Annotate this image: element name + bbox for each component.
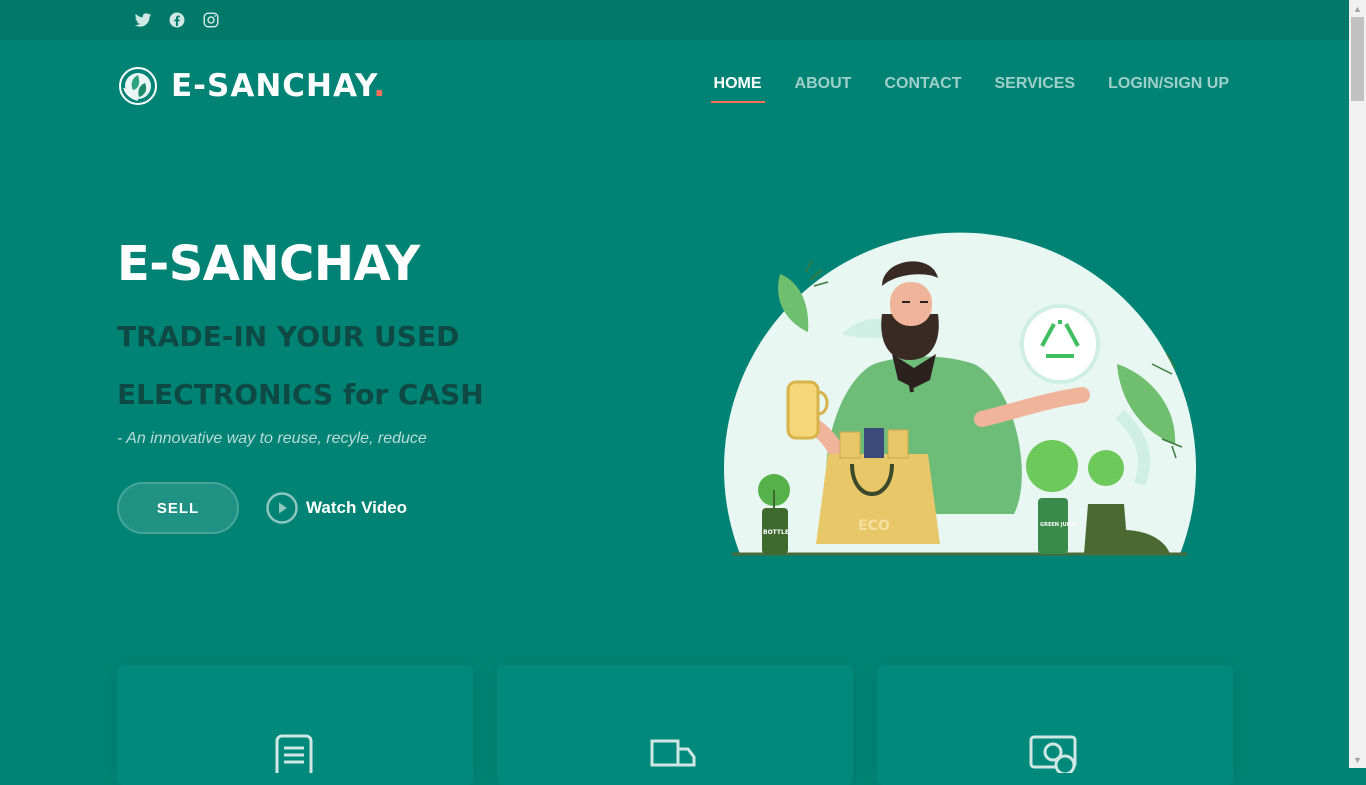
brand-name: E-SANCHAY. xyxy=(171,68,386,104)
feature-card-2 xyxy=(497,665,853,785)
hero-title: E-SANCHAY xyxy=(117,236,420,292)
document-icon xyxy=(271,733,319,780)
logo[interactable]: E-SANCHAY. xyxy=(118,66,386,106)
watch-video-label: Watch Video xyxy=(306,498,408,517)
nav-about[interactable]: ABOUT xyxy=(795,75,852,103)
feature-card-1 xyxy=(117,665,473,785)
leaf-globe-icon xyxy=(118,66,158,106)
hero-tagline: - An innovative way to reuse, recyle, re… xyxy=(117,430,427,447)
social-links xyxy=(134,11,220,29)
cash-icon xyxy=(1029,733,1077,776)
watch-video-button[interactable]: Watch Video xyxy=(266,492,407,524)
nav-login-signup[interactable]: LOGIN/SIGN UP xyxy=(1108,75,1229,103)
vertical-scrollbar[interactable]: ▲ ▼ xyxy=(1349,0,1366,768)
site-header: E-SANCHAY. HOME ABOUT CONTACT SERVICES L… xyxy=(0,40,1349,128)
truck-icon xyxy=(649,733,697,773)
brand-name-text: E-SANCHAY xyxy=(171,68,374,104)
hero-illustration: ECO BOTTLE GREEN JUICE xyxy=(722,214,1198,558)
facebook-icon[interactable] xyxy=(168,11,186,29)
brand-dot: . xyxy=(373,68,387,104)
hero-subtitle-line2: ELECTRONICS for CASH xyxy=(117,378,484,411)
main-nav: HOME ABOUT CONTACT SERVICES LOGIN/SIGN U… xyxy=(681,75,1229,103)
sell-button[interactable]: SELL xyxy=(117,482,239,534)
nav-contact[interactable]: CONTACT xyxy=(884,75,961,103)
scroll-thumb[interactable] xyxy=(1351,17,1364,101)
green-juice-label: GREEN JUICE xyxy=(1040,522,1076,528)
eco-bag-label: ECO xyxy=(858,518,890,534)
hero-subtitle-line1: TRADE-IN YOUR USED xyxy=(117,320,460,353)
top-bar xyxy=(0,0,1349,40)
instagram-icon[interactable] xyxy=(202,11,220,29)
twitter-icon[interactable] xyxy=(134,11,152,29)
scroll-down-arrow-icon[interactable]: ▼ xyxy=(1349,751,1366,768)
nav-services[interactable]: SERVICES xyxy=(994,75,1075,103)
bottle-label: BOTTLE xyxy=(763,529,789,536)
play-circle-icon xyxy=(266,492,298,524)
nav-home[interactable]: HOME xyxy=(710,75,765,103)
feature-card-3 xyxy=(877,665,1233,785)
scroll-up-arrow-icon[interactable]: ▲ xyxy=(1349,0,1366,17)
hero-subtitle: TRADE-IN YOUR USED ELECTRONICS for CASH xyxy=(117,308,637,424)
